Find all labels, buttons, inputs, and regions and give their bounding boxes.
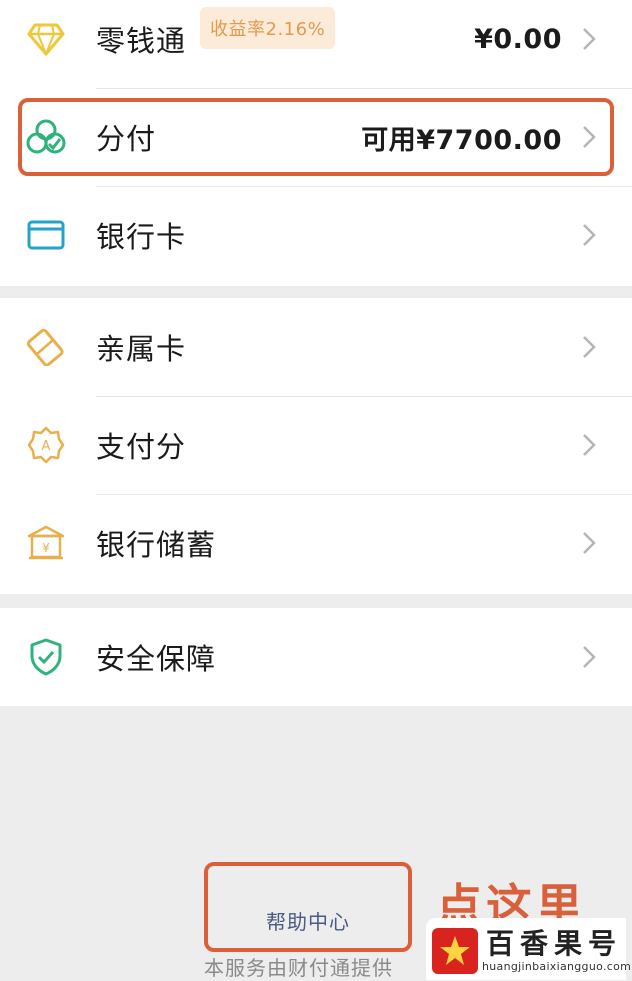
chevron-right-icon (578, 642, 600, 672)
yield-rate-badge: 收益率2.16% (200, 7, 336, 49)
menu-item-label: 银行储蓄 (96, 528, 217, 562)
menu-item-label: 零钱通 (96, 24, 187, 58)
menu-item-label: 支付分 (96, 430, 187, 464)
chevron-right-icon (578, 332, 600, 362)
highlight-box-fenfu (18, 98, 614, 176)
watermark-url: huangjinbaixiangguo.com (482, 960, 632, 973)
shield-icon (26, 637, 66, 677)
chevron-right-icon (578, 528, 600, 558)
chevron-right-icon (578, 220, 600, 250)
menu-item-family-card[interactable]: 亲属卡 (0, 298, 632, 396)
menu-item-lingqiantong[interactable]: 零钱通 收益率2.16% ¥0.00 (0, 0, 632, 88)
chevron-right-icon (578, 24, 600, 54)
menu-item-bank-card[interactable]: 银行卡 (0, 186, 632, 284)
watermark-title: 百香果号 (486, 927, 623, 960)
menu-group-2: 亲属卡 A 支付分 ¥ 银行储蓄 (0, 298, 632, 594)
bank-savings-icon: ¥ (26, 523, 66, 563)
bank-card-icon (26, 215, 66, 255)
payscore-icon: A (26, 425, 66, 465)
diamond-icon (26, 19, 66, 59)
svg-text:A: A (42, 439, 51, 454)
menu-item-bank-savings[interactable]: ¥ 银行储蓄 (0, 494, 632, 592)
svg-text:¥: ¥ (42, 541, 50, 555)
watermark: 百香果号 huangjinbaixiangguo.com (426, 918, 631, 980)
menu-item-security[interactable]: 安全保障 (0, 608, 632, 706)
chevron-right-icon (578, 430, 600, 460)
help-center-link[interactable]: 帮助中心 (266, 906, 350, 935)
watermark-logo-icon (432, 928, 478, 974)
balance-value: ¥0.00 (474, 23, 562, 55)
footer-provider-text: 本服务由财付通提供 (204, 956, 393, 980)
menu-item-payscore[interactable]: A 支付分 (0, 396, 632, 494)
menu-group-3: 安全保障 (0, 608, 632, 706)
menu-item-label: 安全保障 (96, 642, 217, 676)
family-card-icon (26, 327, 66, 367)
menu-item-label: 银行卡 (96, 220, 187, 254)
menu-item-label: 亲属卡 (96, 332, 187, 366)
